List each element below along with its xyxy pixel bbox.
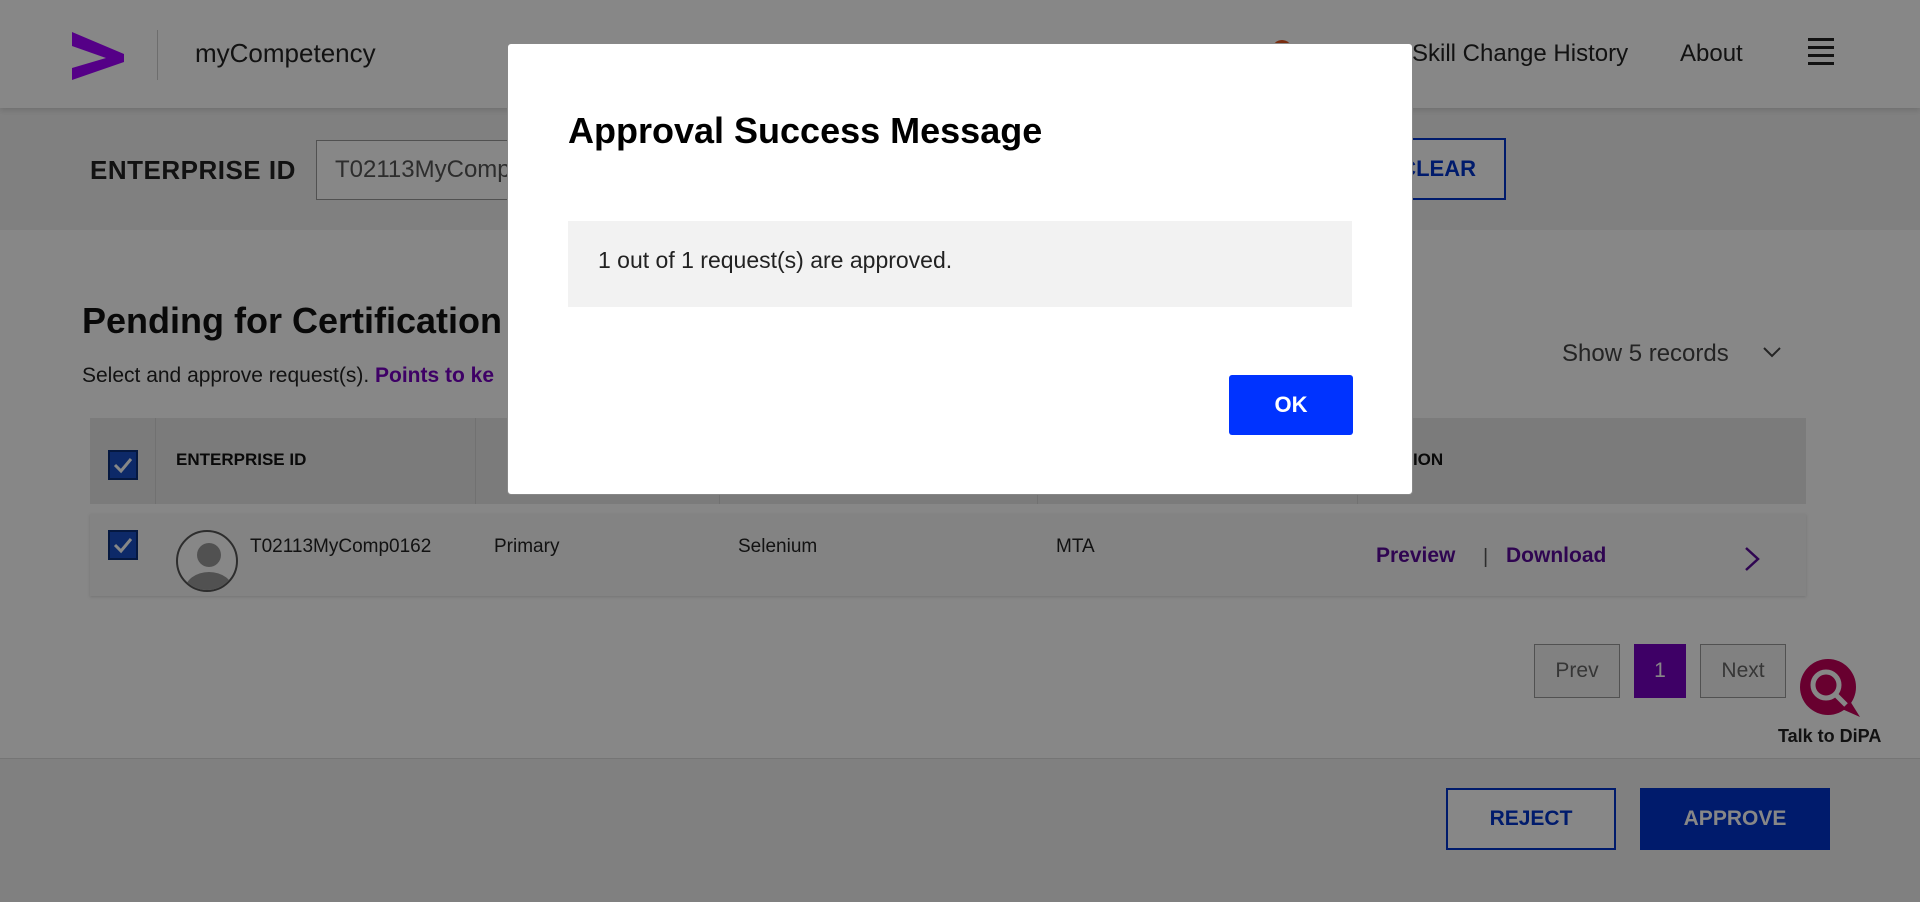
modal-message: 1 out of 1 request(s) are approved. [598,247,953,273]
modal-message-box: 1 out of 1 request(s) are approved. [568,221,1352,307]
ok-button[interactable]: OK [1229,375,1353,435]
modal-title: Approval Success Message [568,110,1043,151]
approval-success-dialog: Approval Success Message 1 out of 1 requ… [507,43,1413,495]
